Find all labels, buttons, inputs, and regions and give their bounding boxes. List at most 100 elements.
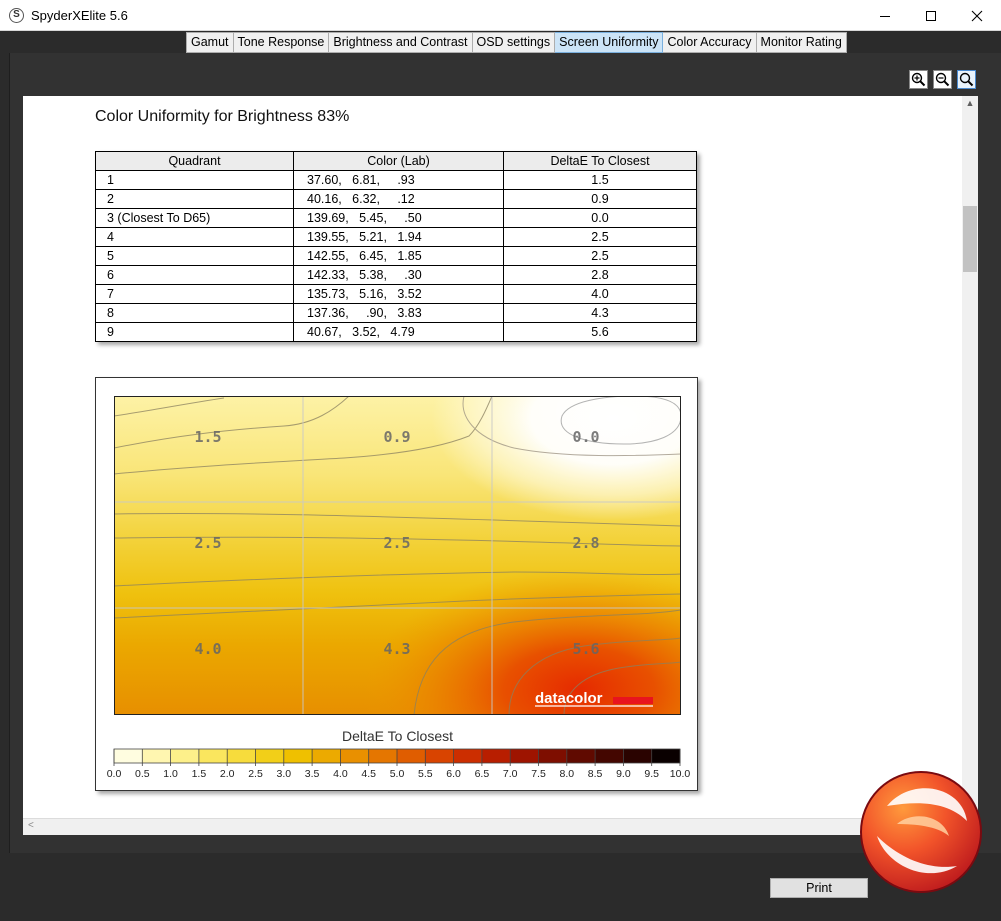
legend-title: DeltaE To Closest xyxy=(341,728,453,744)
minimize-button[interactable] xyxy=(862,0,908,31)
legend-tick-label: 10.0 xyxy=(670,768,691,780)
uniformity-table: Quadrant Color (Lab) DeltaE To Closest 1… xyxy=(95,151,697,342)
uniformity-map-panel: 1.5 0.9 0.0 2.5 2.5 2.8 4.0 4.3 5.6 datacolor De… xyxy=(95,377,698,791)
legend-swatch xyxy=(142,749,172,763)
legend-tick-label: 1.0 xyxy=(163,768,178,780)
tab-brightness-and-contrast[interactable]: Brightness and Contrast xyxy=(329,32,473,53)
legend-tick-label: 4.5 xyxy=(361,768,376,780)
legend-tick-label: 6.5 xyxy=(475,768,490,780)
legend-swatch xyxy=(453,749,483,763)
minimize-icon xyxy=(880,15,890,17)
cell-quadrant: 1 xyxy=(95,170,294,190)
tab-gamut[interactable]: Gamut xyxy=(186,32,234,53)
legend-swatch xyxy=(538,749,568,763)
table-row: 9 40.67, 3.52, 4.79 5.6 xyxy=(95,322,697,342)
tab-monitor-rating[interactable]: Monitor Rating xyxy=(756,32,847,53)
cell-deltae: 4.3 xyxy=(503,303,697,323)
cell-color-lab: 137.36, .90, 3.83 xyxy=(293,303,504,323)
uniformity-heatmap: 1.5 0.9 0.0 2.5 2.5 2.8 4.0 4.3 5.6 xyxy=(114,396,681,715)
legend-tick-label: 7.0 xyxy=(503,768,518,780)
legend-tick-label: 8.0 xyxy=(559,768,574,780)
color-scale-legend: 0.0 0.5 1.0 1.5 2.0 2.5 3.0 3.5 4.0 4.5 5.0 5.5 6.0 6… xyxy=(107,748,691,780)
report-tabs: Gamut Tone Response Brightness and Contras… xyxy=(186,32,847,53)
quadrant-label: 0.9 xyxy=(383,428,410,446)
quadrant-label: 4.3 xyxy=(383,640,410,658)
quadrant-label: 4.0 xyxy=(194,640,221,658)
window-title: SpyderXElite 5.6 xyxy=(31,8,128,23)
close-button[interactable] xyxy=(954,0,1000,31)
cell-quadrant: 9 xyxy=(95,322,294,342)
app-icon: S xyxy=(9,8,24,23)
print-button[interactable]: Print xyxy=(770,878,868,898)
zoom-in-icon xyxy=(911,72,926,87)
legend-tick-label: 9.5 xyxy=(644,768,659,780)
legend-swatch xyxy=(510,749,539,763)
cell-color-lab: 40.67, 3.52, 4.79 xyxy=(293,322,504,342)
cell-quadrant: 8 xyxy=(95,303,294,323)
cell-quadrant: 3 (Closest To D65) xyxy=(95,208,294,228)
tab-color-accuracy[interactable]: Color Accuracy xyxy=(663,32,757,53)
title-bar: S SpyderXElite 5.6 xyxy=(0,0,1001,31)
table-row: 1 37.60, 6.81, .93 1.5 xyxy=(95,170,697,190)
legend-swatch xyxy=(623,749,653,763)
vertical-scroll-thumb[interactable] xyxy=(963,206,977,272)
legend-tick-label: 2.5 xyxy=(248,768,263,780)
cell-color-lab: 142.55, 6.45, 1.85 xyxy=(293,246,504,266)
horizontal-scrollbar[interactable]: < xyxy=(23,818,978,835)
cell-deltae: 1.5 xyxy=(503,170,697,190)
brand-bar xyxy=(613,697,653,704)
legend-swatch xyxy=(397,749,426,763)
column-header-deltae: DeltaE To Closest xyxy=(503,151,697,171)
tab-tone-response[interactable]: Tone Response xyxy=(233,32,330,53)
zoom-out-button[interactable] xyxy=(933,70,952,89)
legend-swatch xyxy=(425,749,455,763)
cell-deltae: 0.0 xyxy=(503,208,697,228)
column-header-color-lab: Color (Lab) xyxy=(293,151,504,171)
datacolor-logo: datacolor xyxy=(535,690,653,707)
cell-quadrant: 4 xyxy=(95,227,294,247)
legend-tick-label: 0.0 xyxy=(107,768,122,780)
scroll-left-arrow-icon[interactable]: < xyxy=(28,820,34,831)
cell-quadrant: 6 xyxy=(95,265,294,285)
table-row: 2 40.16, 6.32, .12 0.9 xyxy=(95,189,697,209)
quadrant-label: 2.5 xyxy=(383,534,410,552)
column-header-quadrant: Quadrant xyxy=(95,151,294,171)
cell-deltae: 0.9 xyxy=(503,189,697,209)
cell-color-lab: 139.55, 5.21, 1.94 xyxy=(293,227,504,247)
vertical-scrollbar[interactable]: ▲ xyxy=(962,96,978,818)
legend-swatch xyxy=(340,749,370,763)
table-header-row: Quadrant Color (Lab) DeltaE To Closest xyxy=(95,151,697,171)
legend-tick-label: 5.5 xyxy=(418,768,433,780)
legend-tick-label: 1.5 xyxy=(192,768,207,780)
zoom-in-button[interactable] xyxy=(909,70,928,89)
legend-tick-label: 5.0 xyxy=(390,768,405,780)
quadrant-label: 5.6 xyxy=(572,640,599,658)
legend-swatch xyxy=(312,749,341,763)
cell-deltae: 5.6 xyxy=(503,322,697,342)
cell-deltae: 2.5 xyxy=(503,246,697,266)
legend-swatch xyxy=(170,749,200,763)
close-icon xyxy=(971,10,983,21)
cell-deltae: 4.0 xyxy=(503,284,697,304)
quadrant-label: 0.0 xyxy=(572,428,599,446)
tab-osd-settings[interactable]: OSD settings xyxy=(472,32,556,53)
legend-tick-label: 4.0 xyxy=(333,768,348,780)
cell-deltae: 2.5 xyxy=(503,227,697,247)
legend-swatch xyxy=(198,749,228,763)
zoom-out-icon xyxy=(935,72,950,87)
legend-swatch xyxy=(651,749,681,763)
legend-tick-label: 3.5 xyxy=(305,768,320,780)
scroll-up-arrow-icon[interactable]: ▲ xyxy=(962,98,978,112)
legend-swatch xyxy=(255,749,285,763)
legend-swatch xyxy=(114,749,143,763)
legend-swatch xyxy=(481,749,511,763)
zoom-fit-icon xyxy=(959,72,974,87)
legend-tick-label: 3.0 xyxy=(276,768,291,780)
quadrant-label: 2.8 xyxy=(572,534,599,552)
legend-swatch xyxy=(227,749,256,763)
tab-screen-uniformity[interactable]: Screen Uniformity xyxy=(555,32,664,53)
maximize-button[interactable] xyxy=(908,0,954,31)
cell-quadrant: 7 xyxy=(95,284,294,304)
zoom-fit-button[interactable] xyxy=(957,70,976,89)
cell-quadrant: 5 xyxy=(95,246,294,266)
